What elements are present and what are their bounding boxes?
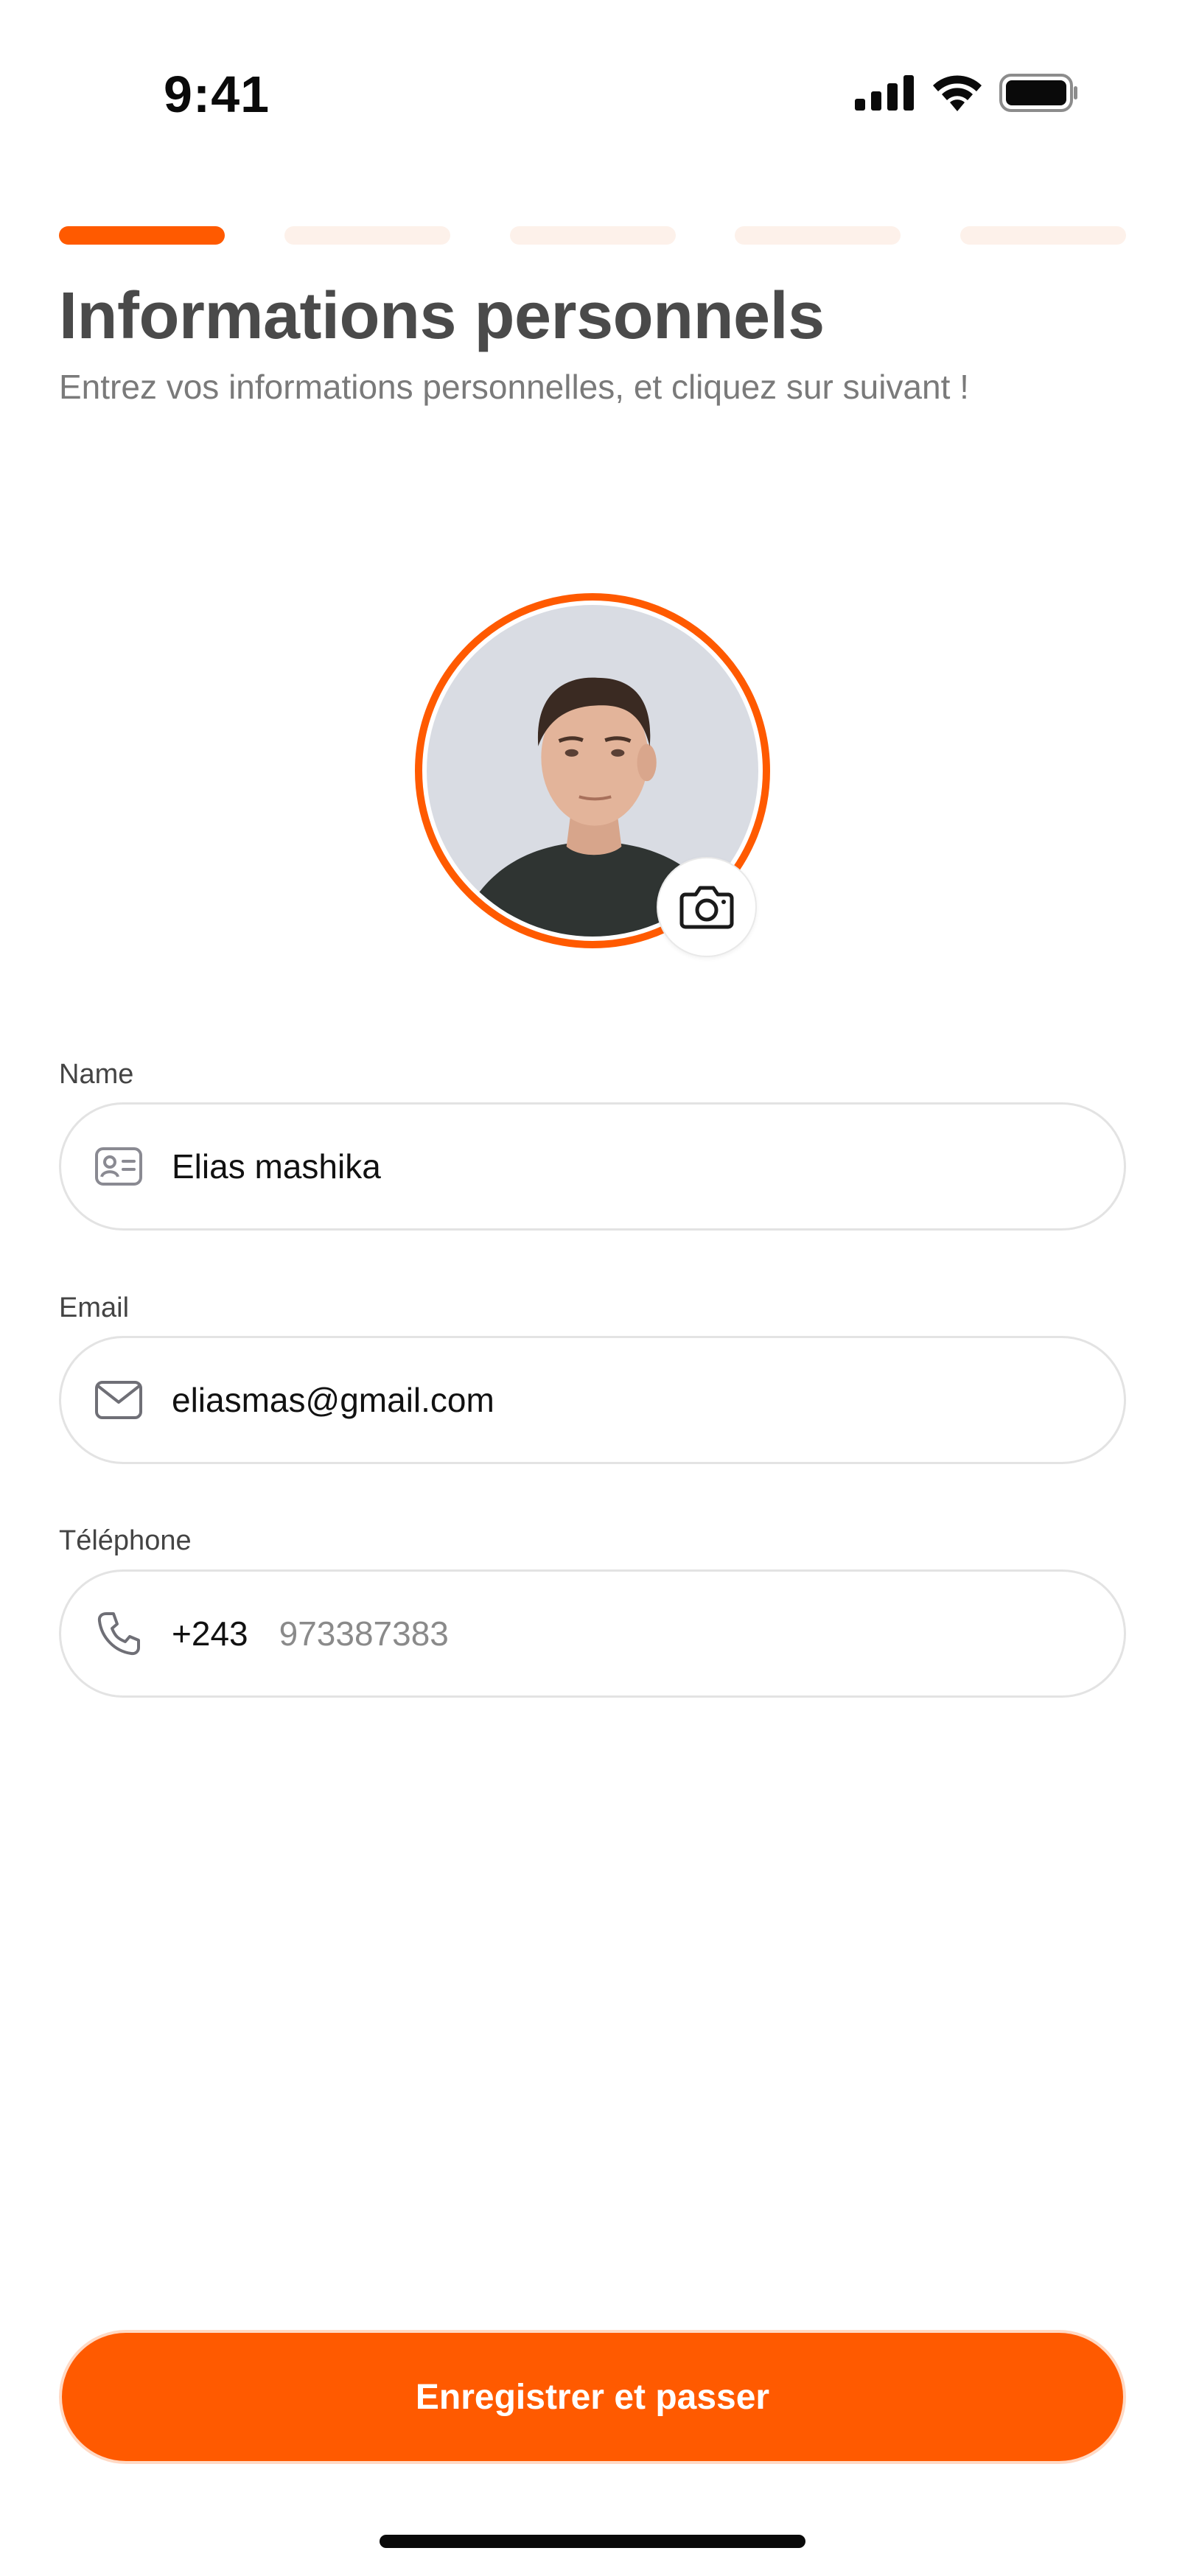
phone-input-placeholder[interactable]: 973387383 — [279, 1614, 449, 1653]
country-code[interactable]: +243 — [172, 1614, 248, 1653]
phone-icon — [91, 1606, 147, 1662]
page-subtitle: Entrez vos informations personnelles, et… — [59, 368, 969, 406]
profile-avatar[interactable] — [415, 593, 770, 957]
email-label: Email — [59, 1292, 130, 1323]
progress-stepper — [59, 226, 1126, 245]
id-card-icon — [91, 1138, 147, 1194]
cellular-signal-icon — [855, 75, 914, 111]
step-2-indicator — [284, 226, 450, 245]
step-5-indicator — [960, 226, 1126, 245]
step-3-indicator — [509, 226, 676, 245]
status-icons — [855, 74, 1079, 112]
name-label: Name — [59, 1059, 134, 1090]
phone-field[interactable]: +243 973387383 — [59, 1569, 1126, 1698]
name-input-value[interactable]: Elias mashika — [172, 1147, 381, 1186]
email-field[interactable]: eliasmas@gmail.com — [59, 1336, 1126, 1464]
change-photo-button[interactable] — [657, 857, 757, 957]
save-and-skip-button[interactable]: Enregistrer et passer — [59, 2330, 1126, 2464]
camera-icon — [679, 886, 734, 929]
email-input-value[interactable]: eliasmas@gmail.com — [172, 1380, 494, 1420]
step-4-indicator — [735, 226, 901, 245]
mail-icon — [91, 1372, 147, 1428]
status-time: 9:41 — [164, 66, 270, 123]
home-indicator — [380, 2535, 805, 2548]
phone-label: Téléphone — [59, 1525, 192, 1556]
wifi-icon — [933, 75, 982, 111]
page-title: Informations personnels — [59, 279, 825, 353]
screen: 9:41 Informations personnels Entrez vos … — [0, 0, 1185, 2576]
name-field[interactable]: Elias mashika — [59, 1102, 1126, 1231]
step-1-indicator — [59, 226, 225, 245]
battery-icon — [999, 74, 1077, 112]
